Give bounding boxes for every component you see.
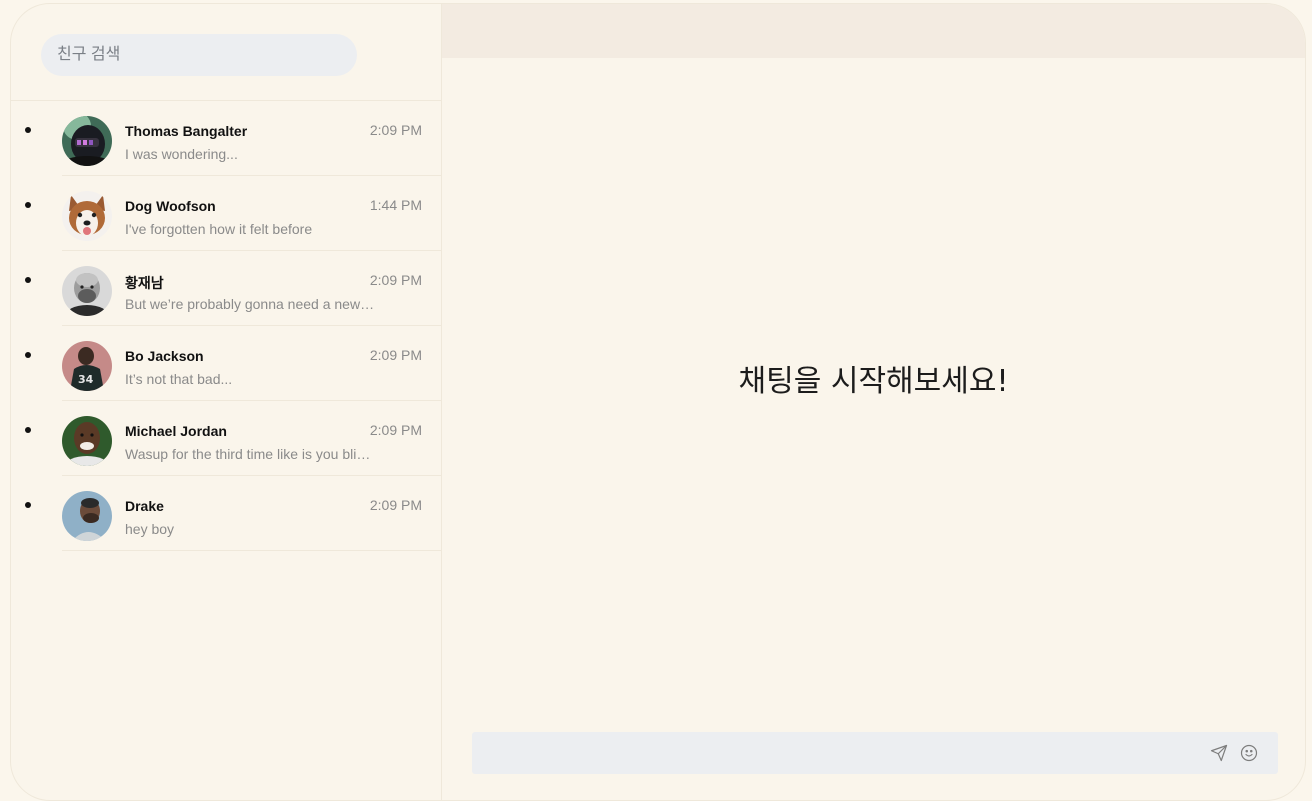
- man-avatar-icon: [62, 491, 112, 541]
- list-bullet: [25, 127, 31, 133]
- friend-item-bo-jackson[interactable]: 34 Bo Jackson 2:09 PM It’s not that bad.…: [11, 326, 442, 401]
- row-divider: [62, 550, 442, 551]
- friend-item-drake[interactable]: Drake 2:09 PM hey boy: [11, 476, 442, 551]
- send-icon[interactable]: [1210, 744, 1228, 762]
- list-bullet: [25, 502, 31, 508]
- list-bullet: [25, 202, 31, 208]
- friends-sidebar: Thomas Bangalter 2:09 PM I was wondering…: [11, 4, 442, 800]
- football-player-avatar-icon: 34: [62, 341, 112, 391]
- message-time: 2:09 PM: [369, 422, 422, 438]
- friend-name: Drake: [125, 498, 164, 514]
- friend-search-input[interactable]: [41, 34, 357, 76]
- man-avatar-icon: [62, 266, 112, 316]
- chat-panel: 채팅을 시작해보세요!: [442, 4, 1305, 800]
- list-bullet: [25, 427, 31, 433]
- list-bullet: [25, 277, 31, 283]
- smiley-icon[interactable]: [1240, 744, 1258, 762]
- message-time: 2:09 PM: [369, 272, 422, 288]
- friend-list: Thomas Bangalter 2:09 PM I was wondering…: [11, 101, 442, 551]
- message-preview: I was wondering...: [125, 146, 238, 162]
- message-preview: Wasup for the third time like is you bli…: [125, 446, 377, 462]
- message-time: 2:09 PM: [369, 122, 422, 138]
- message-time: 2:09 PM: [369, 497, 422, 513]
- message-time: 1:44 PM: [369, 197, 422, 213]
- friend-name: Bo Jackson: [125, 348, 204, 364]
- empty-chat-message: 채팅을 시작해보세요!: [738, 364, 1009, 399]
- message-composer: [472, 732, 1278, 774]
- svg-text:34: 34: [78, 373, 94, 386]
- message-input[interactable]: [472, 732, 1192, 774]
- message-preview: It’s not that bad...: [125, 371, 233, 387]
- friend-name: Thomas Bangalter: [125, 123, 248, 139]
- list-bullet: [25, 352, 31, 358]
- friend-name: Michael Jordan: [125, 423, 227, 439]
- man-avatar-icon: [62, 416, 112, 466]
- husky-avatar-icon: [62, 191, 112, 241]
- message-time: 2:09 PM: [369, 347, 422, 363]
- friend-name: Dog Woofson: [125, 198, 216, 214]
- message-preview: hey boy: [125, 521, 175, 537]
- friend-item-hwang-jaenam[interactable]: 황재남 2:09 PM But we’re probably gonna nee…: [11, 251, 442, 326]
- search-bar: [41, 34, 357, 76]
- chat-header: [442, 4, 1305, 58]
- friend-item-thomas-bangalter[interactable]: Thomas Bangalter 2:09 PM I was wondering…: [11, 101, 442, 176]
- helmet-avatar-icon: [62, 116, 112, 166]
- friend-item-michael-jordan[interactable]: Michael Jordan 2:09 PM Wasup for the thi…: [11, 401, 442, 476]
- friend-item-dog-woofson[interactable]: Dog Woofson 1:44 PM I've forgotten how i…: [11, 176, 442, 251]
- message-preview: But we’re probably gonna need a new carp…: [125, 296, 377, 312]
- friend-name: 황재남: [125, 275, 164, 291]
- chat-app: Thomas Bangalter 2:09 PM I was wondering…: [10, 3, 1306, 801]
- message-preview: I've forgotten how it felt before: [125, 221, 313, 237]
